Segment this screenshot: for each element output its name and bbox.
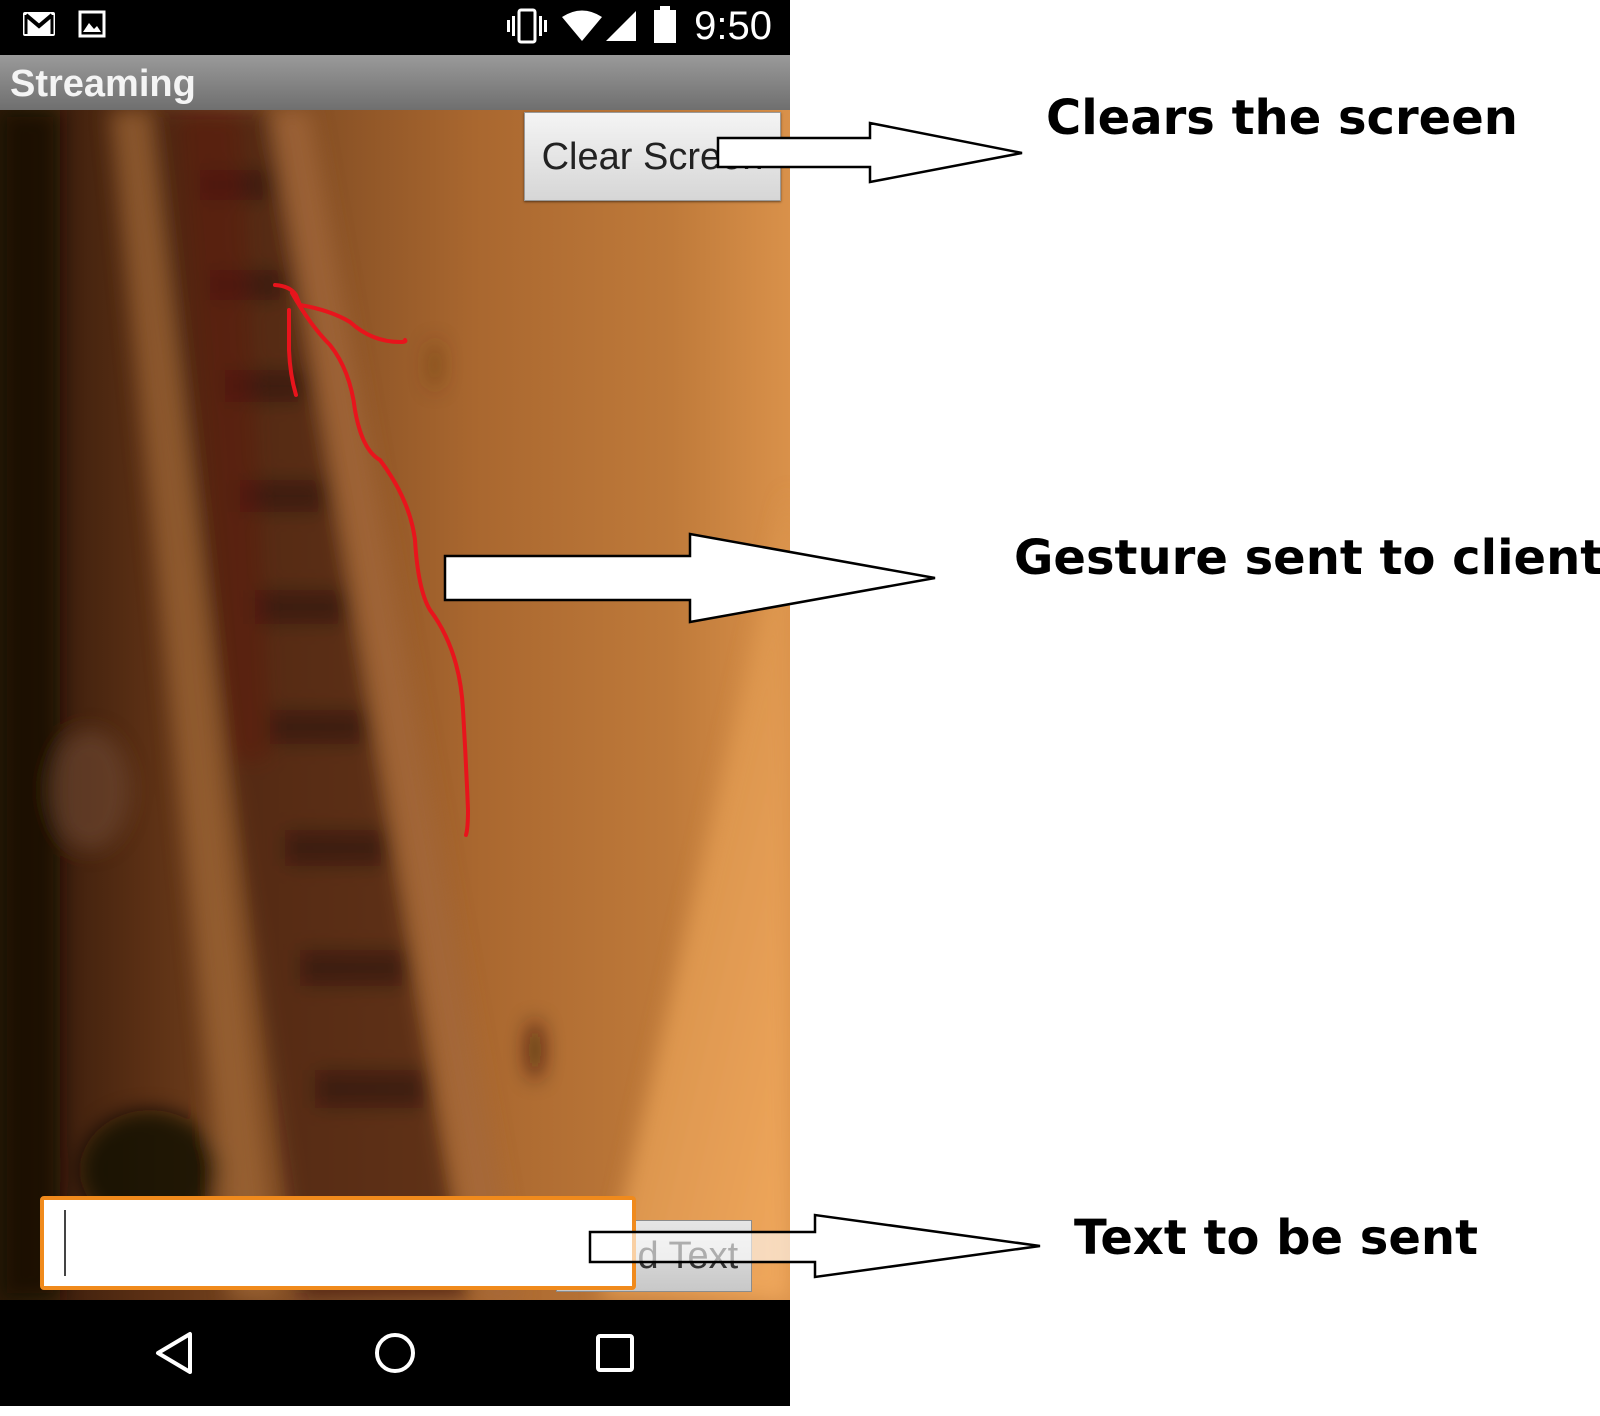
screenshot-canvas: 9:50 Streaming Clear Screen Clears the s… bbox=[0, 0, 1600, 1416]
annotation-gesture-sent: Gesture sent to client bbox=[1014, 530, 1600, 586]
annotation-clears-screen: Clears the screen bbox=[1046, 90, 1518, 146]
arrow-gesture bbox=[443, 532, 936, 624]
annotation-arrows bbox=[443, 121, 1041, 1279]
arrow-clear-screen bbox=[716, 121, 1023, 184]
annotation-text-sent: Text to be sent bbox=[1074, 1210, 1479, 1266]
arrow-text-input bbox=[588, 1213, 1041, 1279]
